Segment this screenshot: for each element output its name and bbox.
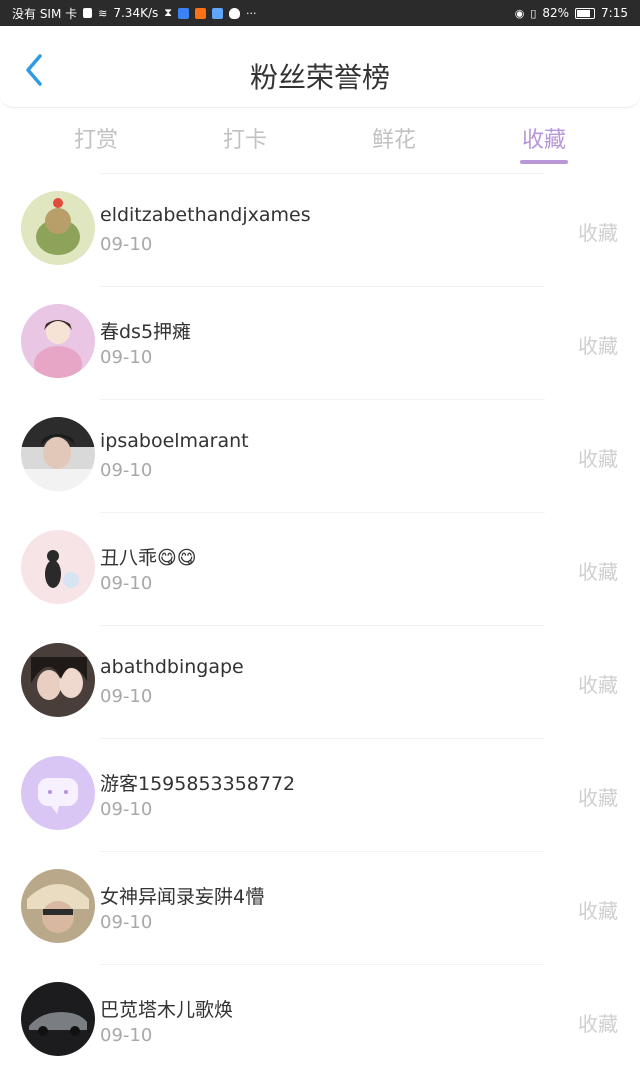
action-label: 收藏 xyxy=(578,334,618,358)
chat-bubble-icon xyxy=(21,756,95,830)
fan-name: 女神异闻录妄阱4懵 xyxy=(100,886,265,908)
avatar[interactable] xyxy=(21,191,95,265)
tab-checkin[interactable]: 打卡 xyxy=(200,122,290,154)
fan-name: abathdbingape xyxy=(100,656,244,678)
sim-status: 没有 SIM 卡 xyxy=(12,6,78,21)
fan-date: 09-10 xyxy=(100,799,153,820)
action-label: 收藏 xyxy=(578,221,618,245)
battery-percent: 82% xyxy=(542,6,570,20)
fan-date: 09-10 xyxy=(100,686,153,707)
hourglass-icon: ⧗ xyxy=(164,6,172,19)
fan-date: 09-10 xyxy=(100,573,153,594)
divider xyxy=(100,851,545,852)
sim-card-icon xyxy=(83,8,93,18)
app-notification-icon xyxy=(177,7,189,19)
list-item[interactable]: 女神异闻录妄阱4懵 09-10 收藏 xyxy=(0,851,640,963)
fan-date: 09-10 xyxy=(100,460,153,481)
divider xyxy=(100,512,545,513)
avatar[interactable] xyxy=(21,756,95,830)
list-item[interactable]: ipsaboelmarant 09-10 收藏 xyxy=(0,399,640,511)
video-app-icon xyxy=(194,7,206,19)
divider xyxy=(100,173,545,174)
status-bar-left: 没有 SIM 卡 ≋ 7.34K/s ⧗ ··· xyxy=(12,5,256,22)
divider xyxy=(100,964,545,965)
tab-bar: 打赏 打卡 鲜花 收藏 xyxy=(0,108,640,166)
fan-name: 游客1595853358772 xyxy=(100,773,296,795)
wifi-icon: ≋ xyxy=(98,6,108,20)
vibrate-icon: ▯ xyxy=(530,6,537,20)
list-item[interactable]: 丑八乖😋😋 09-10 收藏 xyxy=(0,512,640,624)
list-item[interactable]: 春ds5押瘫 09-10 收藏 xyxy=(0,286,640,398)
tab-favorites[interactable]: 收藏 xyxy=(499,122,589,154)
status-bar-right: ◉ ▯ 82% 7:15 xyxy=(515,6,628,20)
avatar-anime-image xyxy=(21,304,95,378)
avatar-cartoon-image xyxy=(21,191,95,265)
active-tab-indicator xyxy=(520,160,568,164)
list-item[interactable]: abathdbingape 09-10 收藏 xyxy=(0,625,640,737)
avatar[interactable] xyxy=(21,530,95,604)
avatar-car-image xyxy=(21,982,95,1056)
divider xyxy=(100,286,545,287)
list-item[interactable]: 游客1595853358772 09-10 收藏 xyxy=(0,738,640,850)
battery-icon xyxy=(575,7,596,19)
fan-name: 春ds5押瘫 xyxy=(100,321,192,343)
tab-flowers[interactable]: 鲜花 xyxy=(349,122,439,154)
list-item[interactable]: elditzabethandjxames 09-10 收藏 xyxy=(0,173,640,285)
avatar-photo-image xyxy=(21,869,95,943)
more-icon: ··· xyxy=(245,6,257,20)
fan-name: 丑八乖😋😋 xyxy=(100,547,197,569)
fan-date: 09-10 xyxy=(100,234,153,255)
fan-name: ipsaboelmarant xyxy=(100,430,249,452)
divider xyxy=(100,399,545,400)
fan-date: 09-10 xyxy=(100,347,153,368)
list-item[interactable]: 巴苋塔木儿歌焕 09-10 收藏 xyxy=(0,964,640,1076)
avatar[interactable] xyxy=(21,869,95,943)
page-title: 粉丝荣誉榜 xyxy=(249,61,390,94)
action-label: 收藏 xyxy=(578,560,618,584)
clock: 7:15 xyxy=(601,6,628,20)
shield-icon xyxy=(228,7,240,19)
avatar-cat-image xyxy=(21,530,95,604)
avatar-photo-image xyxy=(21,417,95,491)
fan-date: 09-10 xyxy=(100,1025,153,1046)
network-speed: 7.34K/s xyxy=(113,6,159,20)
action-label: 收藏 xyxy=(578,673,618,697)
avatar[interactable] xyxy=(21,982,95,1056)
status-bar: 没有 SIM 卡 ≋ 7.34K/s ⧗ ··· ◉ ▯ 82% 7:15 xyxy=(0,0,640,26)
avatar-photo-image xyxy=(21,643,95,717)
fan-name: 巴苋塔木儿歌焕 xyxy=(100,999,234,1021)
divider xyxy=(100,625,545,626)
tab-reward[interactable]: 打赏 xyxy=(51,122,141,154)
fan-date: 09-10 xyxy=(100,912,153,933)
action-label: 收藏 xyxy=(578,1012,618,1036)
avatar[interactable] xyxy=(21,304,95,378)
cloud-icon xyxy=(211,7,223,19)
eye-icon: ◉ xyxy=(514,6,525,20)
avatar[interactable] xyxy=(21,643,95,717)
app-header: 粉丝荣誉榜 xyxy=(0,26,640,108)
action-label: 收藏 xyxy=(578,447,618,471)
fan-name: elditzabethandjxames xyxy=(100,204,311,226)
divider xyxy=(100,738,545,739)
action-label: 收藏 xyxy=(578,786,618,810)
action-label: 收藏 xyxy=(578,899,618,923)
avatar[interactable] xyxy=(21,417,95,491)
